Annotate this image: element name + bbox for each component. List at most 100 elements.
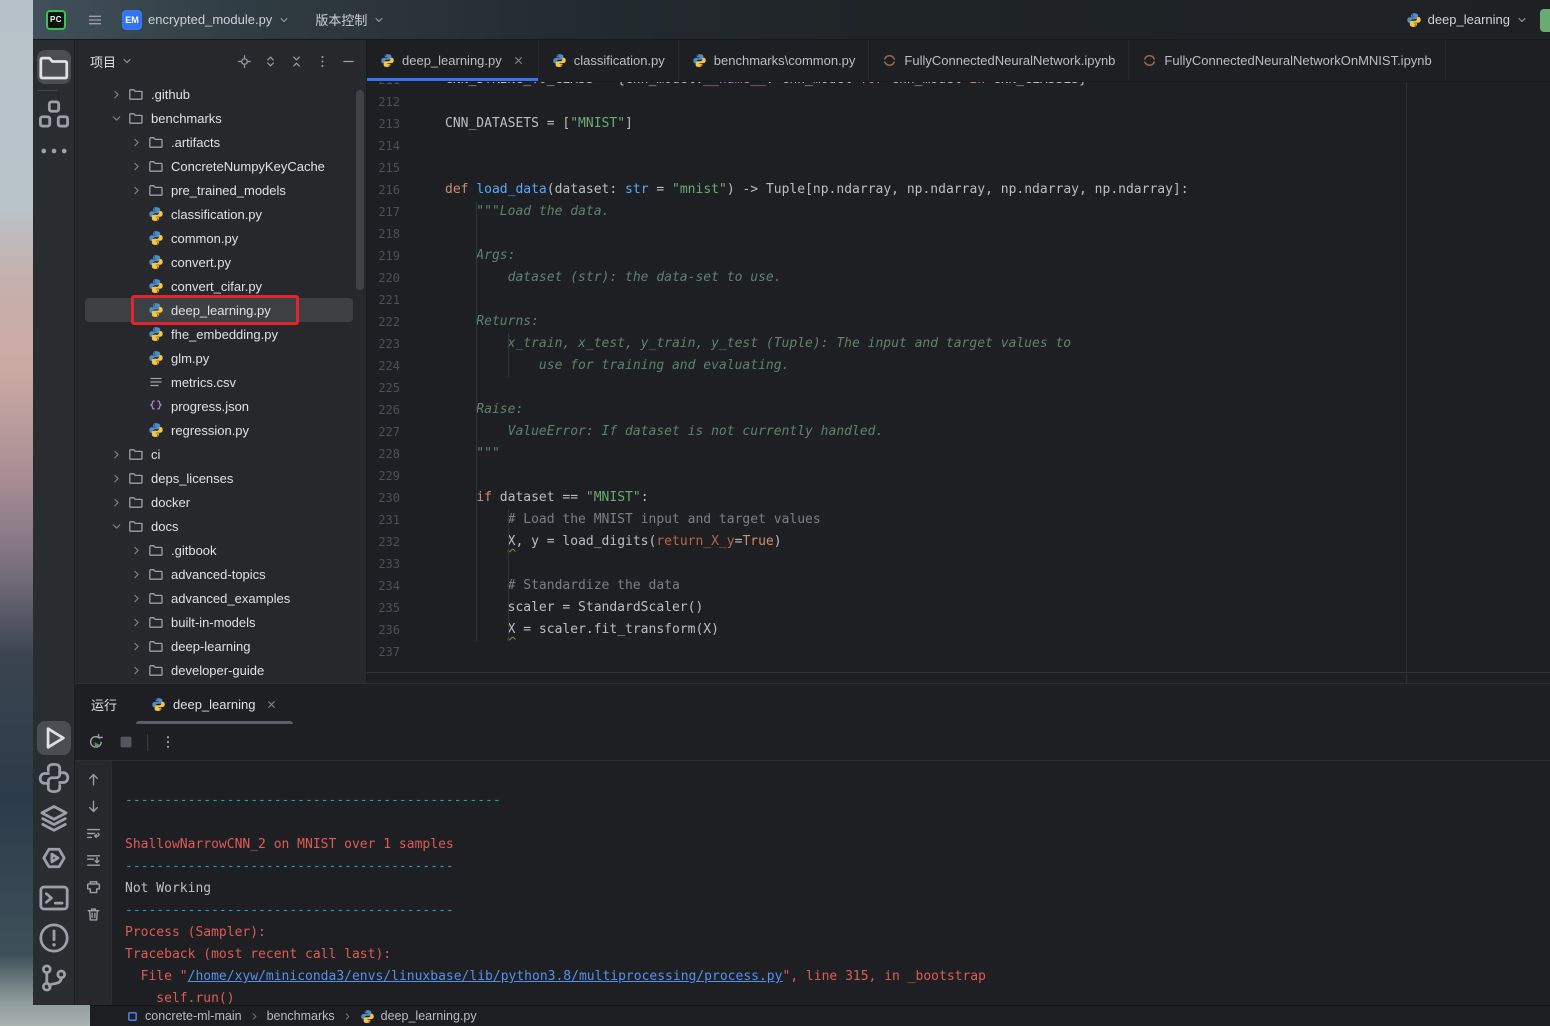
tool-run[interactable] [37, 721, 71, 755]
tab-deep-learning-py[interactable]: deep_learning.py [367, 40, 539, 81]
run-panel-title[interactable]: 运行 [91, 695, 117, 714]
tree-item-pre-trained-models[interactable]: pre_trained_models [75, 178, 366, 202]
tree-item-glm-py[interactable]: glm.py [75, 346, 366, 370]
main-menu-icon[interactable] [87, 12, 103, 28]
chevron-right-icon[interactable] [128, 664, 144, 677]
tree-item-gitbook[interactable]: .gitbook [75, 538, 366, 562]
breadcrumb-item-deep-learning-py[interactable]: deep_learning.py [360, 1009, 477, 1024]
tree-item-label: deep_learning.py [171, 303, 271, 318]
line-number: 229 [367, 465, 400, 487]
code-editor[interactable]: 211CNN_STRING_TO_CLASS = {cnn_model.__na… [367, 82, 1550, 672]
arrow-down-icon[interactable] [85, 798, 102, 815]
python-icon [148, 350, 164, 366]
tree-item-deps-licenses[interactable]: deps_licenses [75, 466, 366, 490]
tree-item-docker[interactable]: docker [75, 490, 366, 514]
tree-item-built-in-models[interactable]: built-in-models [75, 610, 366, 634]
tool-project-folder[interactable] [37, 50, 71, 84]
tree-item-convert-py[interactable]: convert.py [75, 250, 366, 274]
tree-item-metrics-csv[interactable]: metrics.csv [75, 370, 366, 394]
chevron-right-icon[interactable] [128, 184, 144, 197]
chevron-right-icon[interactable] [128, 592, 144, 605]
trash-icon[interactable] [85, 906, 102, 923]
stop-icon[interactable] [117, 733, 135, 751]
tree-item-classification-py[interactable]: classification.py [75, 202, 366, 226]
file-switcher-menu[interactable]: EM encrypted_module.py [122, 10, 290, 30]
scroll-end-icon[interactable] [85, 852, 102, 869]
chevron-right-icon[interactable] [108, 472, 124, 485]
tree-item-concretenumpykeycache[interactable]: ConcreteNumpyKeyCache [75, 154, 366, 178]
tree-item-benchmarks[interactable]: benchmarks [75, 106, 366, 130]
close-icon[interactable] [512, 54, 525, 67]
tab-classification-py[interactable]: classification.py [539, 40, 679, 81]
chevron-right-icon[interactable] [108, 88, 124, 101]
run-tab[interactable]: deep_learning [143, 684, 286, 724]
tool-problems[interactable] [37, 921, 71, 955]
tab-benchmarks-common-py[interactable]: benchmarks\common.py [679, 40, 870, 81]
expand-icon[interactable] [263, 54, 278, 69]
tool-structure[interactable] [37, 97, 71, 131]
tree-item-artifacts[interactable]: .artifacts [75, 130, 366, 154]
tree-item-advanced-examples[interactable]: advanced_examples [75, 586, 366, 610]
close-icon[interactable] [265, 698, 278, 711]
tool-run-anything[interactable] [37, 841, 71, 875]
tree-item-common-py[interactable]: common.py [75, 226, 366, 250]
printer-icon[interactable] [85, 879, 102, 896]
project-tree: .github benchmarks .artifacts ConcreteNu… [75, 82, 366, 683]
hide-icon[interactable] [341, 54, 356, 69]
code-line: 225 [367, 377, 1550, 399]
run-button[interactable] [1540, 9, 1550, 32]
tree-item-advanced-topics[interactable]: advanced-topics [75, 562, 366, 586]
folder-icon [128, 86, 144, 102]
chevron-down-icon[interactable] [108, 112, 124, 125]
console-line: self.run() [125, 988, 1550, 1005]
project-panel-header: 项目 [75, 40, 366, 82]
tool-more-tools[interactable] [37, 134, 71, 168]
collapse-icon[interactable] [289, 54, 304, 69]
chevron-right-icon[interactable] [128, 544, 144, 557]
tree-item-developer-guide[interactable]: developer-guide [75, 658, 366, 682]
tree-item-ci[interactable]: ci [75, 442, 366, 466]
rerun-icon[interactable] [87, 733, 105, 751]
folder-icon [128, 470, 144, 486]
tree-item-fhe-embedding-py[interactable]: fhe_embedding.py [75, 322, 366, 346]
breadcrumb-item-benchmarks[interactable]: benchmarks [267, 1009, 335, 1023]
csv-icon [148, 374, 164, 390]
tab-fullyconnectedneuralnetworkonmnist-ipynb[interactable]: FullyConnectedNeuralNetworkOnMNIST.ipynb [1129, 40, 1445, 81]
project-panel-title[interactable]: 项目 [90, 52, 116, 71]
tool-python-console[interactable] [37, 761, 71, 795]
tree-item-progress-json[interactable]: progress.json [75, 394, 366, 418]
tree-item-convert-cifar-py[interactable]: convert_cifar.py [75, 274, 366, 298]
breadcrumb-item-concrete-ml-main[interactable]: concrete-ml-main [126, 1009, 242, 1023]
vcs-menu[interactable]: 版本控制 [315, 10, 385, 29]
chevron-down-icon[interactable] [108, 520, 124, 533]
chevron-right-icon[interactable] [128, 616, 144, 629]
chevron-right-icon[interactable] [108, 448, 124, 461]
file-link[interactable]: /home/xyw/miniconda3/envs/linuxbase/lib/… [188, 969, 783, 984]
tree-item-deep-learning[interactable]: deep-learning [75, 634, 366, 658]
tool-services[interactable] [37, 801, 71, 835]
tree-item-docs[interactable]: docs [75, 514, 366, 538]
console-output[interactable]: ----------------------------------------… [112, 761, 1550, 1005]
tab-fullyconnectedneuralnetwork-ipynb[interactable]: FullyConnectedNeuralNetwork.ipynb [869, 40, 1129, 81]
tree-item-regression-py[interactable]: regression.py [75, 418, 366, 442]
more-v-icon[interactable] [160, 734, 176, 750]
run-config-selector[interactable]: deep_learning [1406, 12, 1528, 28]
chevron-right-icon[interactable] [128, 568, 144, 581]
chevron-right-icon[interactable] [128, 136, 144, 149]
soft-wrap-icon[interactable] [85, 825, 102, 842]
tree-item-deep-learning-py[interactable]: deep_learning.py [75, 298, 366, 322]
tree-item-github[interactable]: .github [75, 82, 366, 106]
locate-icon[interactable] [237, 54, 252, 69]
tool-terminal[interactable] [37, 881, 71, 915]
tree-scrollbar-thumb[interactable] [356, 90, 364, 290]
code-line: 218 [367, 223, 1550, 245]
tree-item-label: advanced-topics [171, 567, 266, 582]
tool-version-control[interactable] [37, 961, 71, 995]
chevron-right-icon[interactable] [108, 496, 124, 509]
chevron-right-icon[interactable] [128, 640, 144, 653]
title-bar: PC EM encrypted_module.py 版本控制 deep_lear… [33, 0, 1550, 40]
chevron-right-icon[interactable] [128, 160, 144, 173]
arrow-up-icon[interactable] [85, 771, 102, 788]
jupyter-icon [1142, 53, 1157, 68]
more-v-icon[interactable] [315, 54, 330, 69]
